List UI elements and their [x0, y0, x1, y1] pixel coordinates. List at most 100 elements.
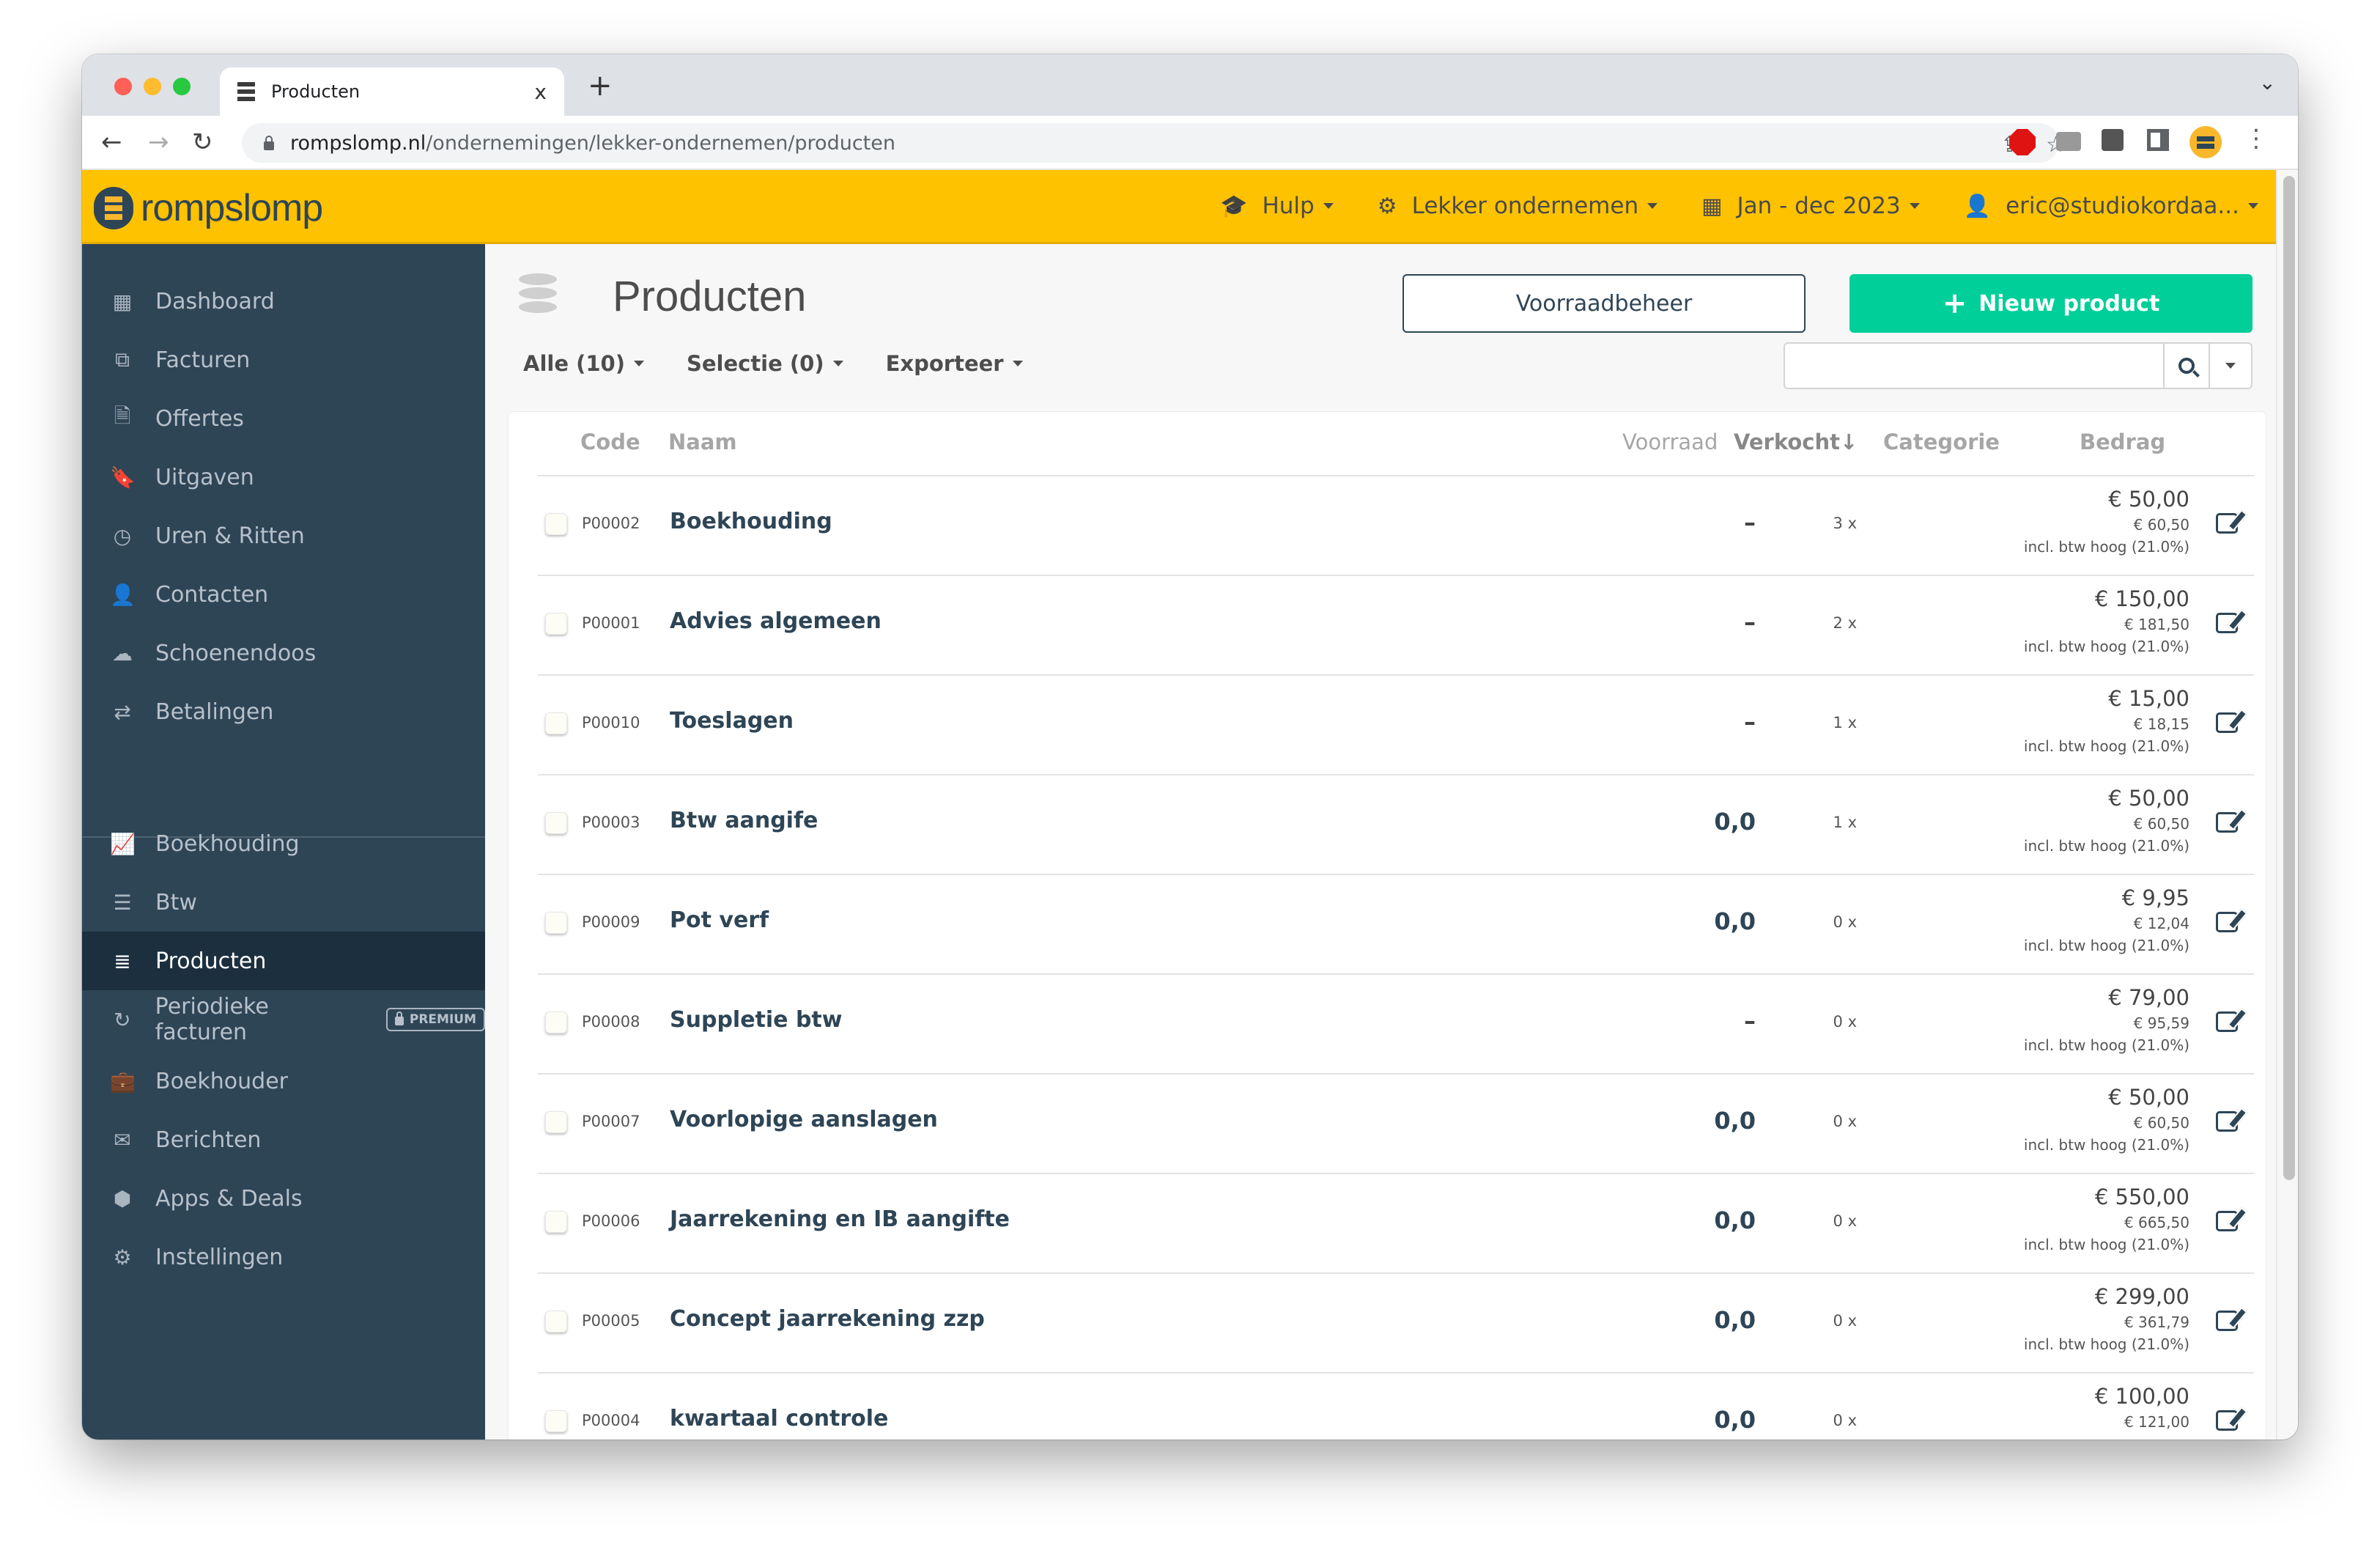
table-row[interactable]: P00008 Suppletie btw – 0 x € 79,00 € 95,59 inc…: [538, 975, 2254, 1075]
browser-menu-icon[interactable]: ⋮: [2244, 126, 2269, 151]
sidebar-item-apps-deals[interactable]: ⬢ Apps & Deals: [82, 1169, 485, 1228]
new-product-button[interactable]: + Nieuw product: [1849, 274, 2252, 333]
help-menu[interactable]: 🎓 Hulp: [1220, 193, 1334, 219]
table-row[interactable]: P00002 Boekhouding – 3 x € 50,00 € 60,50 incl.…: [538, 476, 2254, 576]
user-menu[interactable]: 👤 eric@studiokordaa...: [1964, 193, 2258, 219]
table-row[interactable]: P00006 Jaarrekening en IB aangifte 0,0 0 x €…: [538, 1174, 2254, 1274]
logo[interactable]: rompslomp: [94, 186, 323, 230]
sidebar-item-contacten[interactable]: 👤 Contacten: [82, 565, 485, 624]
edit-icon[interactable]: [2216, 712, 2238, 733]
close-window-button[interactable]: [114, 78, 132, 95]
table-row[interactable]: P00009 Pot verf 0,0 0 x € 9,95 € 12,04 incl. b…: [538, 875, 2254, 975]
minimize-window-button[interactable]: [144, 78, 161, 95]
company-menu[interactable]: ⚙ Lekker ondernemen: [1378, 193, 1658, 219]
table-row[interactable]: P00003 Btw aangife 0,0 1 x € 50,00 € 60,50 inc…: [538, 775, 2254, 875]
stock-management-button[interactable]: Voorraadbeheer: [1402, 274, 1806, 333]
table-row[interactable]: P00010 Toeslagen – 1 x € 15,00 € 18,15 incl. b…: [538, 676, 2254, 775]
sidebar-item-schoenendoos[interactable]: ☁ Schoenendoos: [82, 624, 485, 682]
sidebar-item-producten[interactable]: ≣ Producten: [82, 932, 485, 990]
product-name[interactable]: Toeslagen: [670, 708, 794, 734]
column-header-code[interactable]: Code: [580, 430, 640, 454]
sidebar-item-btw[interactable]: ☰ Btw: [82, 873, 485, 932]
table-row[interactable]: P00007 Voorlopige aanslagen 0,0 0 x € 50,00 €…: [538, 1075, 2254, 1174]
row-checkbox[interactable]: [545, 812, 567, 834]
search-options-dropdown[interactable]: [2209, 344, 2251, 388]
column-header-sold[interactable]: Verkocht↓: [1734, 430, 1858, 454]
sidebar-item-boekhouder[interactable]: 💼 Boekhouder: [82, 1052, 485, 1110]
url-field[interactable]: rompslomp.nl/ondernemingen/lekker-ondern…: [242, 123, 2066, 163]
filter-all-dropdown[interactable]: Alle (10): [523, 351, 644, 376]
column-header-name[interactable]: Naam: [668, 430, 737, 454]
product-name[interactable]: Suppletie btw: [670, 1007, 843, 1033]
sidebar-item-berichten[interactable]: ✉ Berichten: [82, 1110, 485, 1169]
edit-icon[interactable]: [2216, 912, 2238, 932]
search-input[interactable]: [1785, 344, 2163, 388]
selection-dropdown[interactable]: Selectie (0): [687, 351, 843, 376]
sidebar-item-betalingen[interactable]: ⇄ Betalingen: [82, 682, 485, 741]
row-checkbox[interactable]: [545, 613, 567, 635]
profile-avatar[interactable]: [2189, 126, 2222, 158]
export-dropdown[interactable]: Exporteer: [886, 351, 1023, 376]
side-panel-icon[interactable]: [2147, 129, 2169, 151]
new-tab-button[interactable]: +: [588, 69, 613, 103]
forward-arrow-icon[interactable]: →: [148, 128, 169, 157]
edit-icon[interactable]: [2216, 1111, 2238, 1132]
clock-icon: ◷: [113, 523, 132, 548]
sidebar-item-instellingen[interactable]: ⚙ Instellingen: [82, 1228, 485, 1286]
sidebar-item-label: Betalingen: [155, 699, 274, 725]
row-checkbox[interactable]: [545, 912, 567, 934]
page-scrollbar[interactable]: [2276, 170, 2298, 1440]
sidebar-item-offertes[interactable]: 🗎 Offertes: [82, 389, 485, 448]
column-header-stock[interactable]: Voorraad: [1622, 430, 1718, 454]
product-name[interactable]: Voorlopige aanslagen: [670, 1107, 938, 1132]
product-name[interactable]: Pot verf: [670, 907, 769, 933]
sidebar-item-uren-ritten[interactable]: ◷ Uren & Ritten: [82, 506, 485, 565]
row-checkbox[interactable]: [545, 1211, 567, 1233]
sidebar-item-periodieke-facturen[interactable]: ↻ Periodieke facturen PREMIUM: [82, 990, 485, 1049]
edit-icon[interactable]: [2216, 1410, 2238, 1431]
edit-icon[interactable]: [2216, 513, 2238, 534]
row-checkbox[interactable]: [545, 1111, 567, 1133]
edit-icon[interactable]: [2216, 812, 2238, 833]
row-checkbox[interactable]: [545, 513, 567, 535]
product-name[interactable]: Concept jaarrekening zzp: [670, 1306, 985, 1332]
product-amount: € 299,00 € 361,79 incl. btw hoog (21.0%): [2024, 1283, 2189, 1354]
tab-strip: Producten x + ⌄: [82, 54, 2298, 116]
sidebar-item-uitgaven[interactable]: 🔖 Uitgaven: [82, 448, 485, 506]
browser-tab[interactable]: Producten x: [220, 67, 564, 116]
tab-search-chevron-icon[interactable]: ⌄: [2259, 70, 2276, 95]
search-button[interactable]: [2163, 344, 2209, 388]
edit-icon[interactable]: [2216, 1011, 2238, 1032]
sidebar-item-facturen[interactable]: ⧉ Facturen: [82, 331, 485, 389]
row-checkbox[interactable]: [545, 712, 567, 734]
edit-icon[interactable]: [2216, 613, 2238, 633]
reload-icon[interactable]: ↻: [192, 128, 213, 157]
period-menu[interactable]: ▦ Jan - dec 2023: [1701, 193, 1920, 219]
vat-note: incl. btw hoog (21.0%): [2023, 737, 2189, 755]
table-row[interactable]: P00001 Advies algemeen – 2 x € 150,00 € 181,5…: [538, 576, 2254, 676]
extensions-puzzle-icon[interactable]: [2102, 129, 2124, 151]
camera-extension-icon[interactable]: [2056, 132, 2081, 151]
table-row[interactable]: P00005 Concept jaarrekening zzp 0,0 0 x € 29…: [538, 1274, 2254, 1374]
row-checkbox[interactable]: [545, 1011, 567, 1033]
product-sold: 0 x: [1833, 1113, 1857, 1130]
back-arrow-icon[interactable]: ←: [101, 128, 122, 157]
product-name[interactable]: kwartaal controle: [670, 1406, 888, 1431]
column-header-amount[interactable]: Bedrag: [2080, 430, 2165, 454]
product-name[interactable]: Btw aangife: [670, 808, 818, 833]
product-name[interactable]: Jaarrekening en IB aangifte: [670, 1206, 1010, 1232]
product-name[interactable]: Advies algemeen: [670, 608, 882, 634]
scrollbar-thumb[interactable]: [2283, 176, 2295, 1180]
row-checkbox[interactable]: [545, 1410, 567, 1432]
table-row[interactable]: P00004 kwartaal controle 0,0 0 x € 100,00 € 1…: [538, 1374, 2254, 1440]
edit-icon[interactable]: [2216, 1211, 2238, 1231]
row-checkbox[interactable]: [545, 1311, 567, 1333]
edit-icon[interactable]: [2216, 1311, 2238, 1331]
sidebar-item-boekhouding[interactable]: 📈 Boekhouding: [82, 814, 485, 873]
maximize-window-button[interactable]: [173, 78, 191, 95]
tab-close-icon[interactable]: x: [534, 80, 547, 104]
column-header-category[interactable]: Categorie: [1883, 430, 2000, 454]
sidebar-item-dashboard[interactable]: ▦ Dashboard: [82, 272, 485, 331]
products-table: Code Naam Voorraad Verkocht↓ Categorie B…: [509, 412, 2266, 1440]
product-name[interactable]: Boekhouding: [670, 509, 832, 534]
